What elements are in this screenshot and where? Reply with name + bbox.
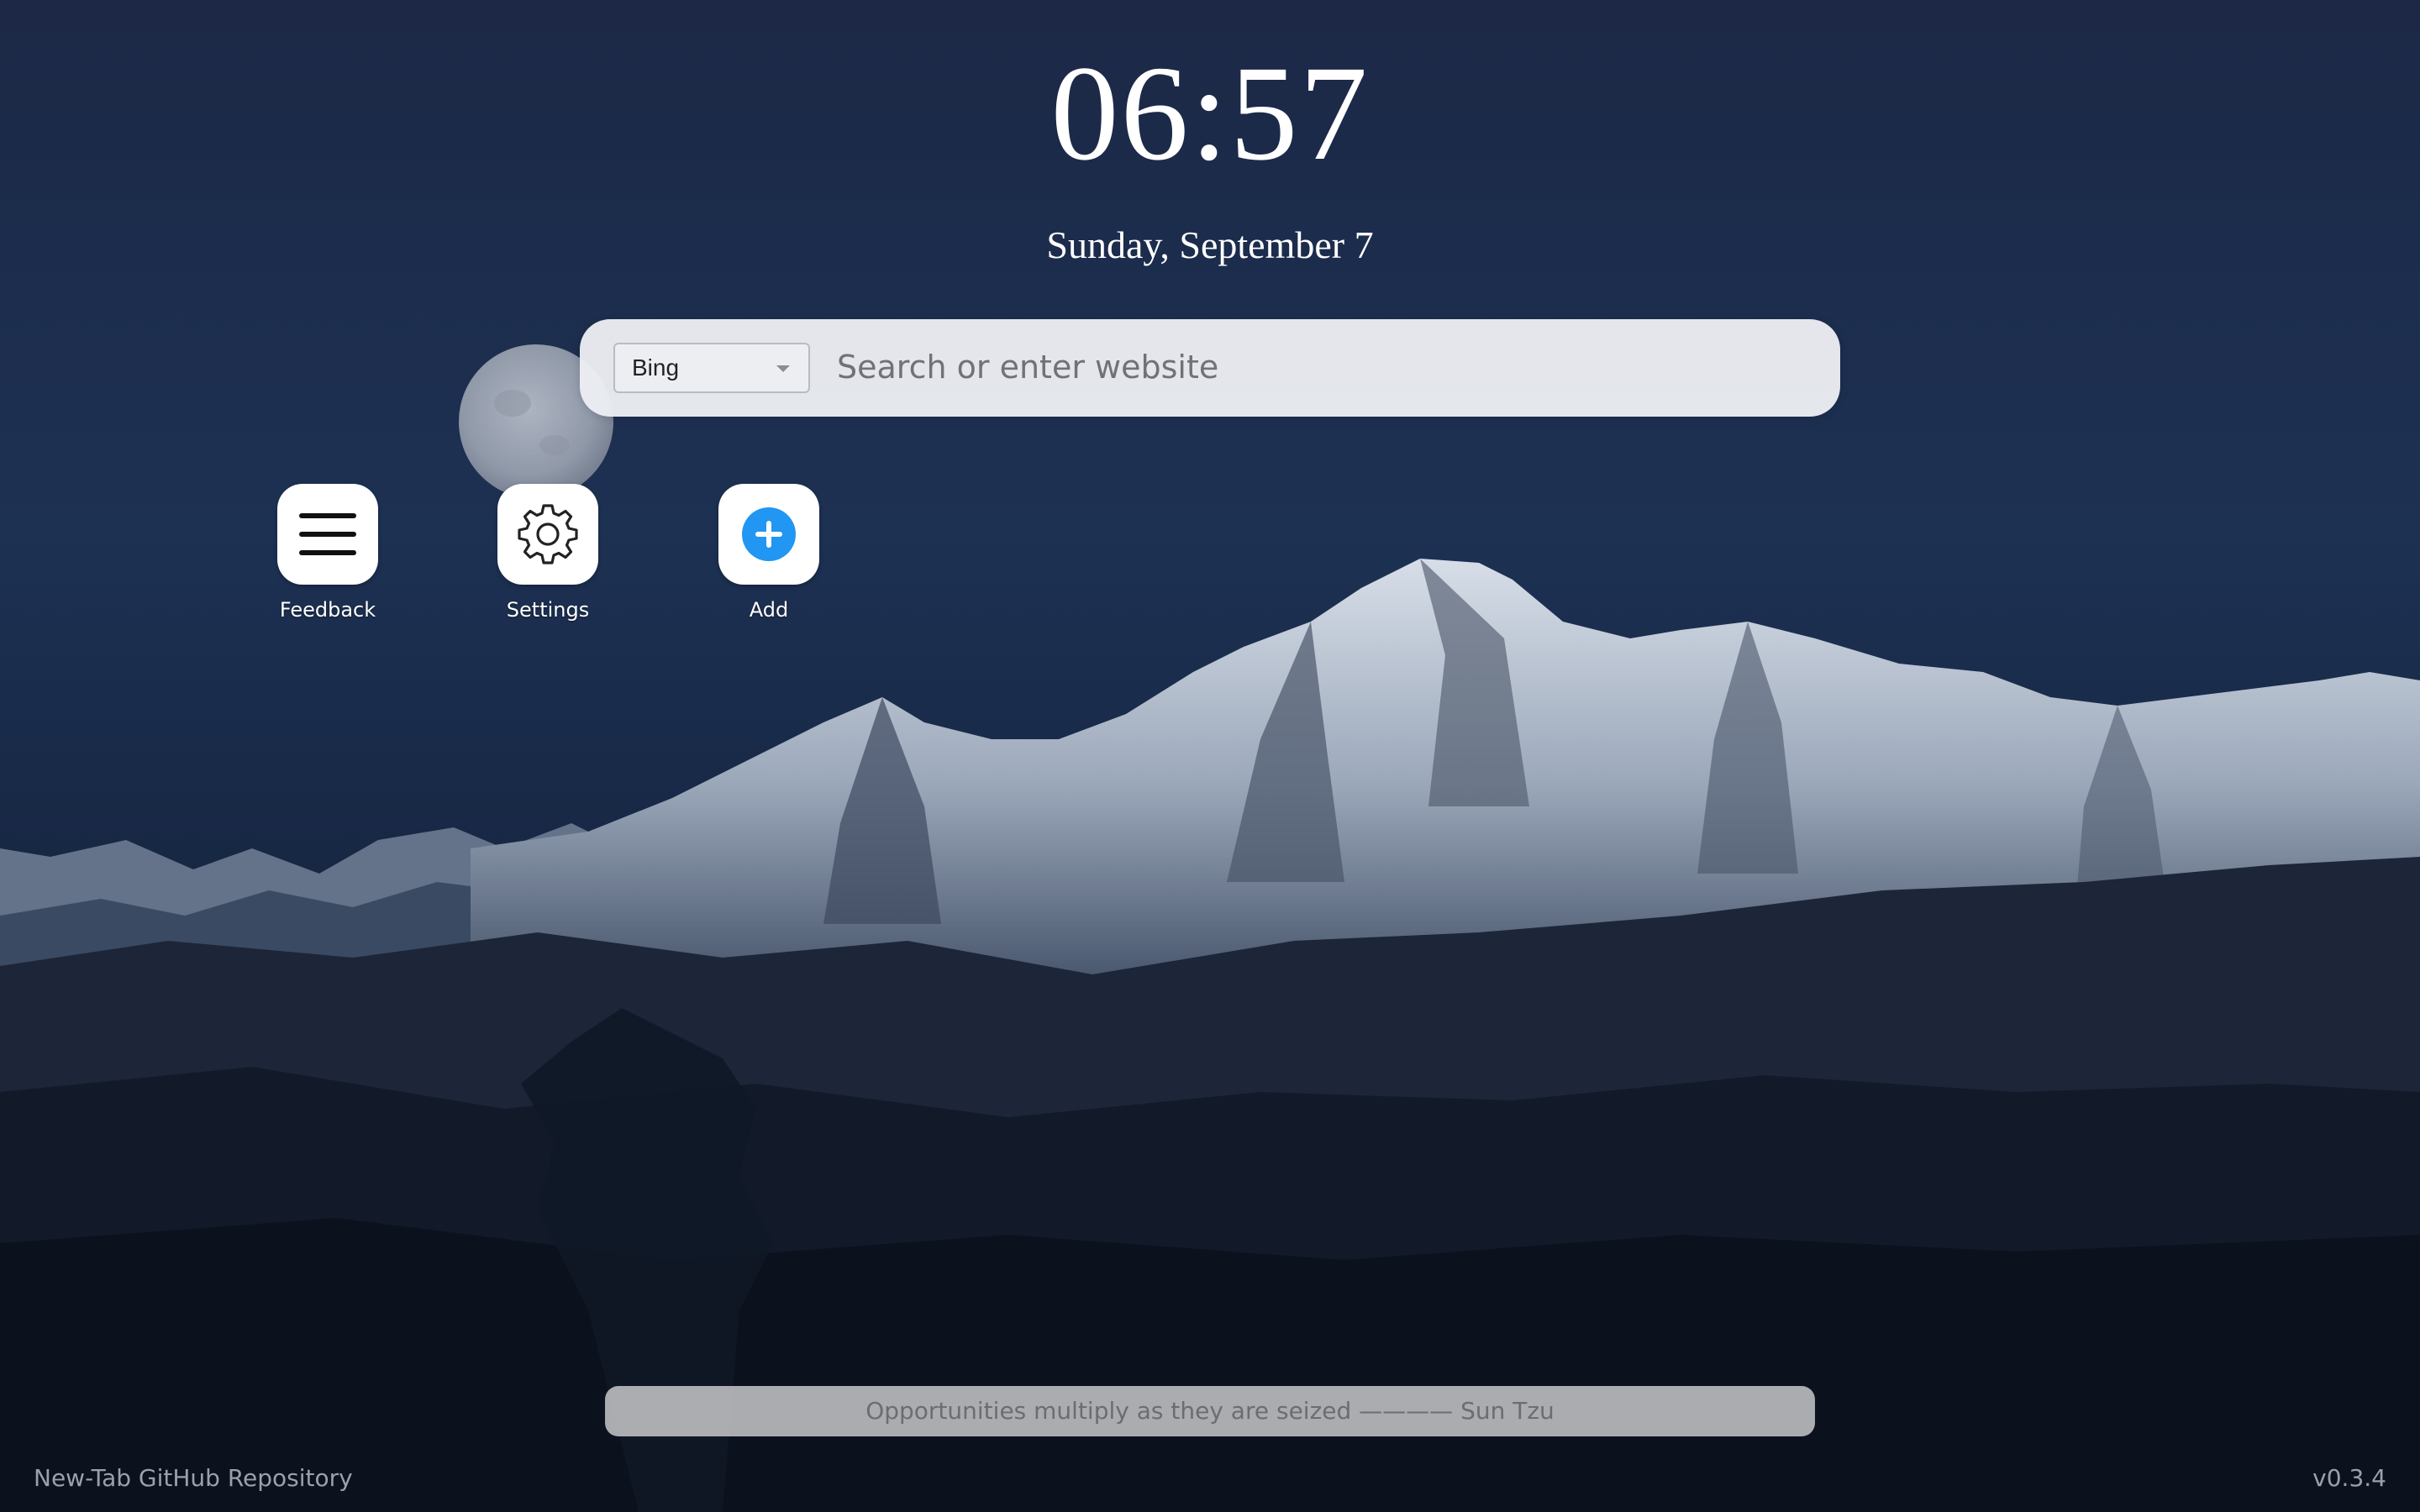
shortcut-label: Add bbox=[749, 598, 789, 622]
gear-icon bbox=[518, 504, 578, 564]
plus-circle-icon bbox=[742, 507, 796, 561]
search-engine-select[interactable]: Bing bbox=[613, 343, 810, 393]
clock-date: Sunday, September 7 bbox=[1046, 223, 1374, 266]
search-engine-label: Bing bbox=[632, 354, 680, 381]
shortcut-add[interactable]: Add bbox=[685, 484, 853, 635]
shortcut-feedback[interactable]: Feedback bbox=[244, 484, 412, 635]
search-input[interactable] bbox=[837, 339, 1803, 395]
version-label: v0.3.4 bbox=[2312, 1464, 2386, 1492]
shortcut-tile[interactable] bbox=[497, 484, 598, 585]
shortcut-label: Feedback bbox=[279, 598, 376, 622]
shortcut-settings[interactable]: Settings bbox=[464, 484, 632, 635]
quote-bar: Opportunities multiply as they are seize… bbox=[605, 1386, 1815, 1436]
menu-icon bbox=[299, 513, 356, 555]
shortcut-label: Settings bbox=[506, 598, 590, 622]
clock-time: 06:57 bbox=[1050, 39, 1370, 189]
shortcut-tile[interactable] bbox=[277, 484, 378, 585]
github-repo-link[interactable]: New-Tab GitHub Repository bbox=[34, 1462, 353, 1495]
shortcut-tile[interactable] bbox=[718, 484, 819, 585]
chevron-down-icon bbox=[776, 365, 790, 372]
search-bar: Bing bbox=[580, 319, 1840, 417]
